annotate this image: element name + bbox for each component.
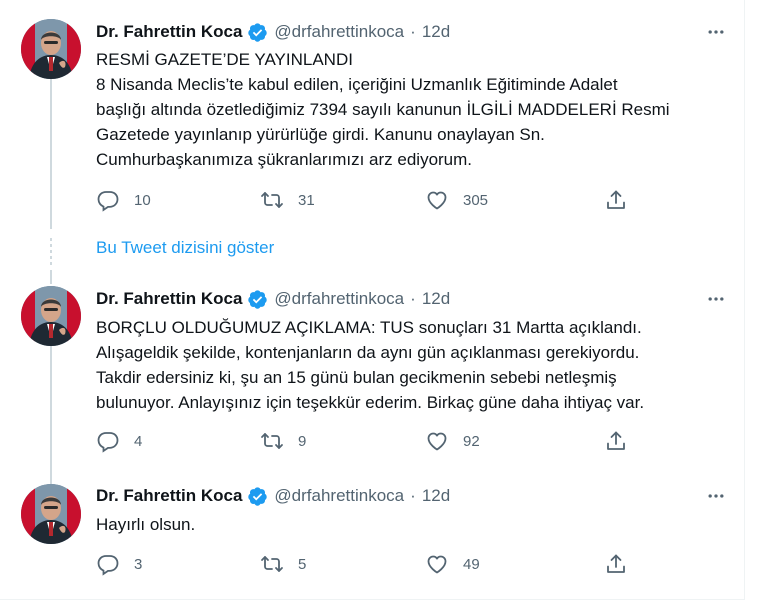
tweet-header: Dr. Fahrettin Koca @drfahrettinkoca · 12…	[96, 20, 450, 44]
reply-count: 10	[134, 191, 151, 209]
tweet-actions: 10 31 305	[96, 188, 636, 212]
more-dots-icon[interactable]	[704, 484, 728, 508]
like-count: 92	[463, 432, 480, 450]
retweet-button[interactable]: 31	[260, 188, 315, 212]
tweet-text: Hayırlı olsun.	[96, 512, 726, 537]
thread-connector-line	[50, 79, 52, 229]
heart-outline-icon	[425, 552, 449, 576]
retweet-button[interactable]: 9	[260, 429, 306, 453]
tweet-text-line: başlığı altında özetlediğimiz 7394 sayıl…	[96, 100, 670, 119]
reply-button[interactable]: 10	[96, 188, 151, 212]
thread-dotted-connector	[50, 238, 52, 268]
reply-button[interactable]: 4	[96, 429, 142, 453]
tweet-text: RESMİ GAZETE’DE YAYINLANDI 8 Nisanda Mec…	[96, 47, 726, 172]
tweet-1[interactable]: Dr. Fahrettin Koca @drfahrettinkoca · 12…	[0, 0, 744, 230]
heart-outline-icon	[425, 188, 449, 212]
tweet-header: Dr. Fahrettin Koca @drfahrettinkoca · 12…	[96, 484, 450, 508]
like-count: 305	[463, 191, 489, 209]
separator-dot: ·	[410, 22, 416, 41]
tweet-text-line: Alışageldik şekilde, kontenjanların da a…	[96, 343, 640, 362]
tweet-text-line: 8 Nisanda Meclis’te kabul edilen, içeriğ…	[96, 75, 618, 94]
author-avatar[interactable]	[21, 19, 81, 79]
author-name[interactable]: Dr. Fahrettin Koca	[96, 289, 242, 309]
retweet-count: 31	[298, 191, 315, 209]
tweet-text-line: Hayırlı olsun.	[96, 515, 196, 534]
retweet-arrows-icon	[260, 188, 284, 212]
tweet-2[interactable]: Dr. Fahrettin Koca @drfahrettinkoca · 12…	[0, 270, 744, 470]
tweet-timestamp[interactable]: 12d	[422, 289, 450, 309]
share-upload-icon	[604, 188, 628, 212]
separator-dot: ·	[410, 289, 416, 308]
retweet-arrows-icon	[260, 552, 284, 576]
author-name[interactable]: Dr. Fahrettin Koca	[96, 486, 242, 506]
heart-outline-icon	[425, 429, 449, 453]
tweet-3[interactable]: Dr. Fahrettin Koca @drfahrettinkoca · 12…	[0, 468, 744, 600]
speech-bubble-icon	[96, 188, 120, 212]
retweet-arrows-icon	[260, 429, 284, 453]
tweet-text-line: BORÇLU OLDUĞUMUZ AÇIKLAMA: TUS sonuçları…	[96, 318, 642, 337]
author-handle[interactable]: @drfahrettinkoca	[274, 486, 404, 506]
share-button[interactable]	[604, 429, 628, 453]
separator-dot: ·	[410, 486, 416, 505]
share-button[interactable]	[604, 188, 628, 212]
verified-badge-icon	[247, 289, 268, 310]
author-name[interactable]: Dr. Fahrettin Koca	[96, 22, 242, 42]
speech-bubble-icon	[96, 552, 120, 576]
verified-badge-icon	[247, 22, 268, 43]
share-upload-icon	[604, 429, 628, 453]
tweet-text-line: Takdir edersiniz ki, şu an 15 günü bulan…	[96, 368, 617, 387]
column-border	[744, 0, 745, 600]
reply-count: 3	[134, 555, 143, 573]
tweet-text: BORÇLU OLDUĞUMUZ AÇIKLAMA: TUS sonuçları…	[96, 315, 726, 415]
retweet-button[interactable]: 5	[260, 552, 306, 576]
author-handle[interactable]: @drfahrettinkoca	[274, 289, 404, 309]
share-upload-icon	[604, 552, 628, 576]
reply-button[interactable]: 3	[96, 552, 142, 576]
tweet-actions: 3 5 49	[96, 552, 636, 576]
tweet-text-line: Gazetede yayınlanıp yürürlüğe girdi. Kan…	[96, 125, 545, 144]
verified-badge-icon	[247, 486, 268, 507]
reply-count: 4	[134, 432, 143, 450]
author-handle[interactable]: @drfahrettinkoca	[274, 22, 404, 42]
retweet-count: 9	[298, 432, 307, 450]
share-button[interactable]	[604, 552, 628, 576]
more-dots-icon[interactable]	[704, 20, 728, 44]
like-button[interactable]: 92	[425, 429, 480, 453]
like-button[interactable]: 49	[425, 552, 480, 576]
author-avatar[interactable]	[21, 484, 81, 544]
thread-connector-line	[50, 346, 52, 484]
more-dots-icon[interactable]	[704, 287, 728, 311]
speech-bubble-icon	[96, 429, 120, 453]
tweet-header: Dr. Fahrettin Koca @drfahrettinkoca · 12…	[96, 287, 450, 311]
tweet-actions: 4 9 92	[96, 429, 636, 453]
tweet-feed: Dr. Fahrettin Koca @drfahrettinkoca · 12…	[0, 0, 758, 600]
tweet-timestamp[interactable]: 12d	[422, 22, 450, 42]
tweet-text-line: bulunuyor. Anlayışınız için teşekkür ede…	[96, 393, 645, 412]
like-button[interactable]: 305	[425, 188, 488, 212]
retweet-count: 5	[298, 555, 307, 573]
author-avatar[interactable]	[21, 286, 81, 346]
tweet-text-line: Cumhurbaşkanımıza şükranlarımızı arz edi…	[96, 150, 473, 169]
like-count: 49	[463, 555, 480, 573]
tweet-text-line: RESMİ GAZETE’DE YAYINLANDI	[96, 50, 353, 69]
tweet-timestamp[interactable]: 12d	[422, 486, 450, 506]
show-thread-link[interactable]: Bu Tweet dizisini göster	[96, 238, 274, 258]
